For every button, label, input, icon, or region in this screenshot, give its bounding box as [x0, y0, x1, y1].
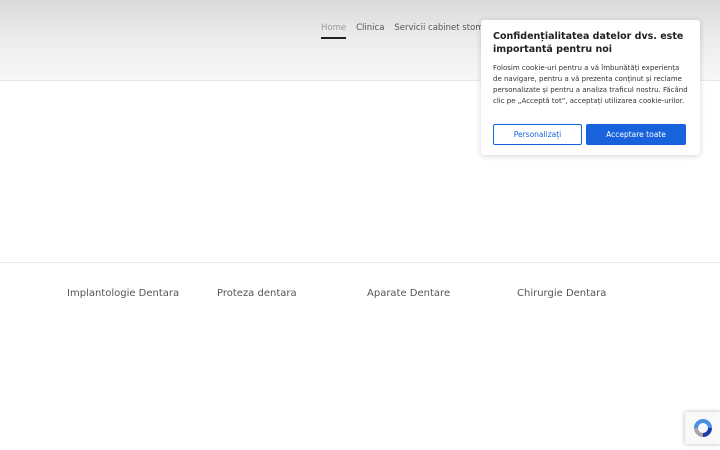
service-proteza[interactable]: Proteza dentara — [217, 288, 367, 299]
section-divider — [0, 262, 720, 263]
cookie-title: Confidențialitatea datelor dvs. este imp… — [493, 31, 684, 55]
recaptcha-icon — [693, 419, 712, 437]
nav-item-servicii[interactable]: Servicii cabinet stomatologic — [394, 23, 491, 39]
service-implantologie[interactable]: Implantologie Dentara — [67, 288, 217, 299]
nav-item-home[interactable]: Home — [321, 23, 347, 39]
nav-item-clinica[interactable]: Clinica — [356, 23, 384, 39]
customize-button[interactable]: Personalizați — [493, 124, 582, 145]
service-aparate[interactable]: Aparate Dentare — [367, 288, 517, 299]
cookie-consent-banner: Confidențialitatea datelor dvs. este imp… — [481, 20, 700, 155]
cookie-buttons: Personalizați Acceptare toate — [493, 124, 686, 145]
main-nav: Home Clinica Servicii cabinet stomatolog… — [321, 23, 491, 39]
services-row: Implantologie Dentara Proteza dentara Ap… — [67, 288, 667, 299]
accept-all-button[interactable]: Acceptare toate — [586, 124, 686, 145]
service-chirurgie[interactable]: Chirurgie Dentara — [517, 288, 667, 299]
cookie-description: Folosim cookie-uri pentru a vă îmbunătăț… — [493, 64, 688, 105]
recaptcha-badge[interactable] — [685, 412, 720, 444]
